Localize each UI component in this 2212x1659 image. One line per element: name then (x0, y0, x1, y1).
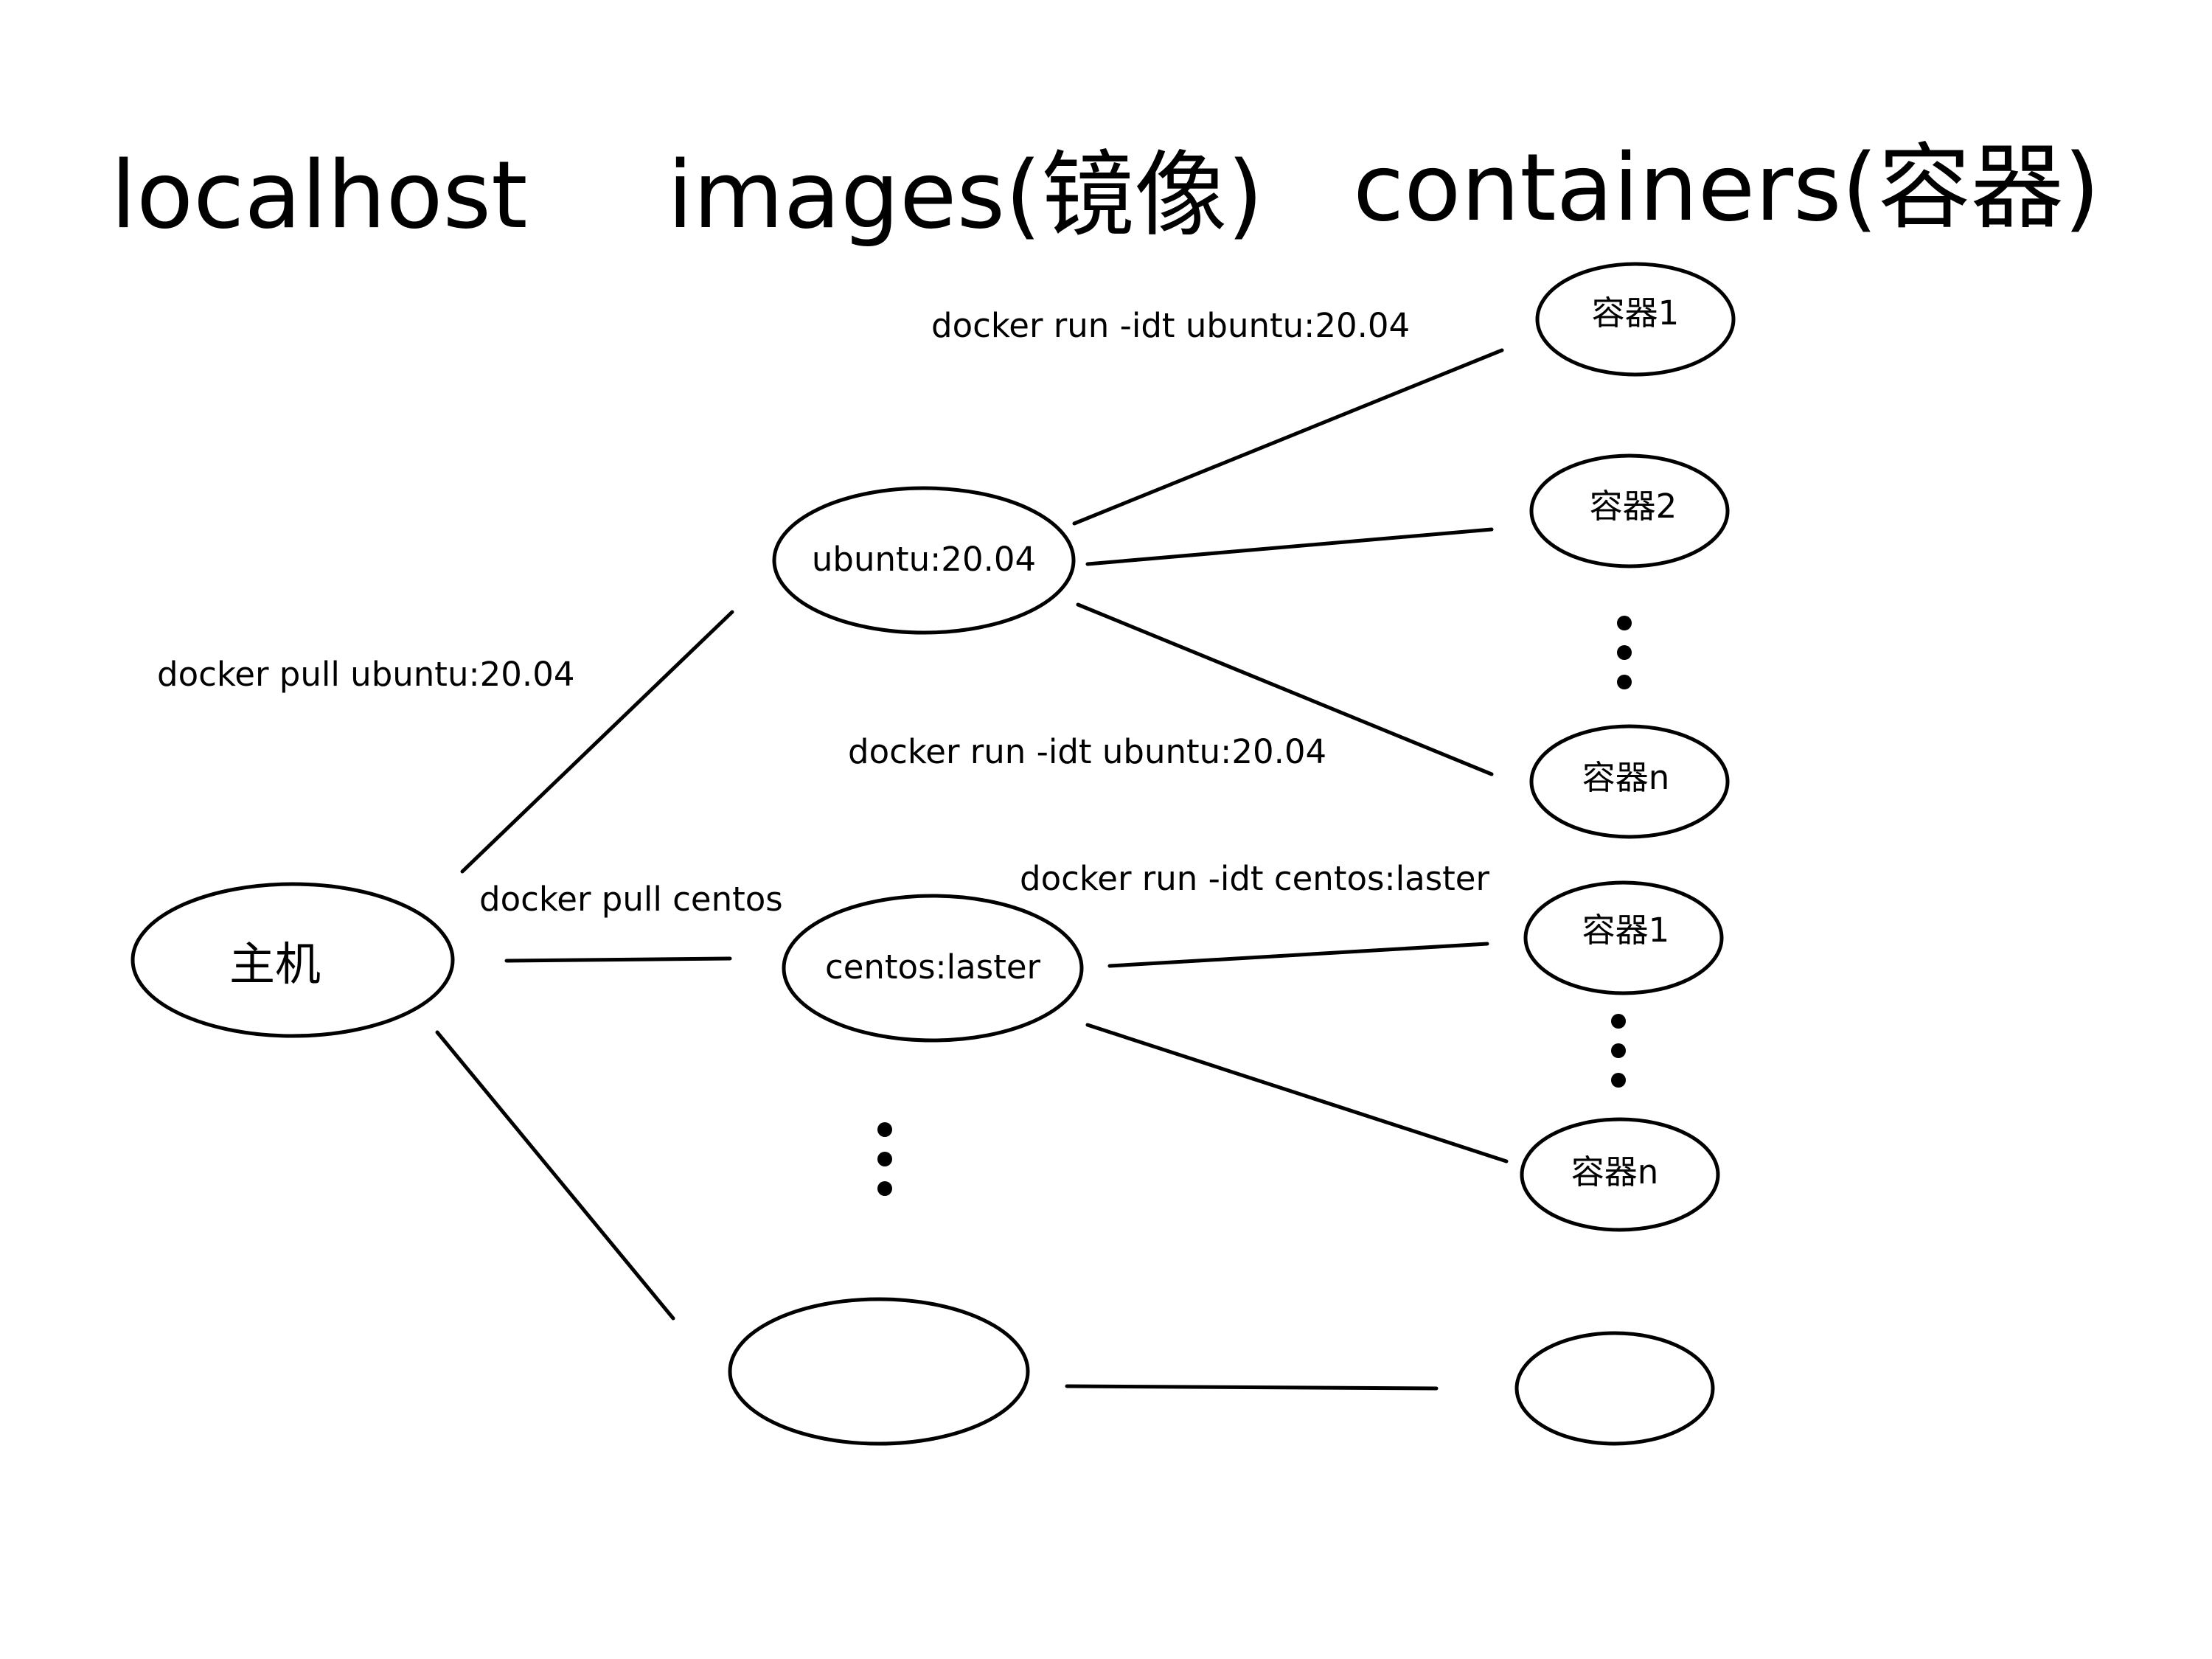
edge-label-run-ubuntu-top: docker run -idt ubuntu:20.04 (931, 306, 1410, 345)
ubuntu-containers-ellipsis-dot (1617, 616, 1632, 630)
container-node-empty (1514, 1331, 1715, 1446)
ubuntu-containers-ellipsis-dot (1617, 645, 1632, 660)
header-images: images(镜像) (667, 141, 1263, 249)
edge-ubuntu-container-1 (1072, 348, 1504, 526)
edge-host-ubuntu (460, 610, 734, 874)
images-ellipsis-dot (877, 1152, 892, 1166)
centos-containers-ellipsis-dot (1611, 1014, 1626, 1029)
image-label-centos: centos:laster (825, 947, 1041, 987)
images-ellipsis-dot (877, 1122, 892, 1137)
container-label-centos-n: 容器n (1571, 1152, 1659, 1192)
edge-empty-image-container (1065, 1384, 1439, 1391)
header-localhost: localhost (111, 141, 528, 249)
edge-label-run-centos: docker run -idt centos:laster (1020, 859, 1489, 898)
container-label-ubuntu-1: 容器1 (1592, 293, 1680, 333)
container-label-ubuntu-2: 容器2 (1590, 487, 1677, 526)
centos-containers-ellipsis-dot (1611, 1043, 1626, 1058)
centos-containers-ellipsis-dot (1611, 1073, 1626, 1088)
image-node-empty (728, 1297, 1030, 1446)
edge-label-run-ubuntu-bottom: docker run -idt ubuntu:20.04 (848, 732, 1326, 771)
edge-ubuntu-container-2 (1085, 527, 1494, 566)
edge-host-centos (504, 956, 732, 963)
edge-label-pull-centos: docker pull centos (479, 880, 783, 919)
edge-host-empty (435, 1030, 675, 1321)
edge-label-pull-ubuntu: docker pull ubuntu:20.04 (157, 655, 574, 694)
docker-concept-diagram: localhost images(镜像) containers(容器) 主机 u… (111, 133, 2100, 1446)
container-label-centos-1: 容器1 (1582, 911, 1670, 950)
image-label-ubuntu: ubuntu:20.04 (812, 540, 1036, 579)
header-containers: containers(容器) (1353, 133, 2100, 242)
edge-centos-container-1 (1107, 942, 1489, 968)
container-label-ubuntu-n: 容器n (1582, 758, 1670, 797)
host-label: 主机 (229, 937, 321, 991)
edge-centos-container-n (1085, 1023, 1509, 1164)
ubuntu-containers-ellipsis-dot (1617, 675, 1632, 689)
images-ellipsis-dot (877, 1181, 892, 1196)
